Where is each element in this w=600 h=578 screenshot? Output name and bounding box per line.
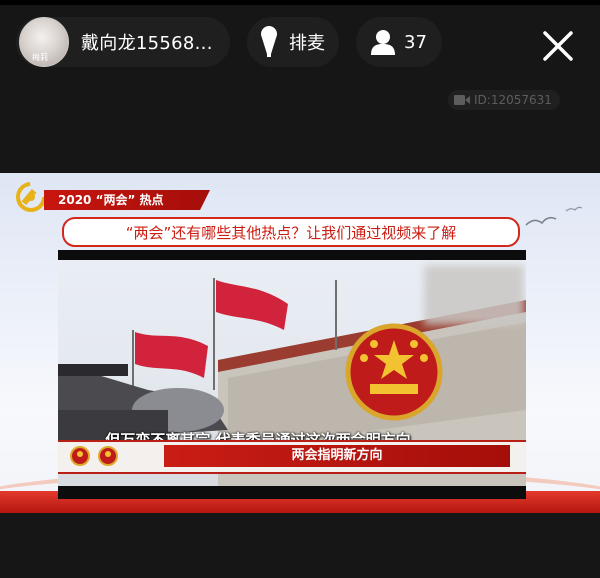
video-camera-icon [454, 95, 470, 105]
microphone-icon [261, 26, 277, 57]
avatar[interactable]: 梅莉 [19, 17, 69, 67]
room-id-text: ID:12057631 [474, 93, 552, 107]
birds-decoration [525, 206, 583, 226]
host-name: 戴向龙15568... [81, 33, 213, 54]
viewer-count: 37 [404, 31, 427, 53]
video-frame: 但万变不离其宗 代表委员通过这次两会明方向 两会指明新方向 [58, 250, 526, 499]
lower-third-bar: 两会指明新方向 [58, 440, 526, 474]
room-id-badge: ID:12057631 [448, 90, 560, 110]
avatar-label: 梅莉 [32, 53, 48, 62]
status-strip [0, 0, 600, 5]
viewer-count-button[interactable]: 37 [356, 17, 442, 67]
mic-queue-label: 排麦 [289, 33, 325, 54]
mic-queue-button[interactable]: 排麦 [247, 17, 339, 67]
user-icon [371, 30, 395, 55]
emblem-logos [70, 446, 118, 466]
video-player[interactable]: 2020 “两会” 热点 “两会”还有哪些其他热点？让我们通过视频来了解 两会指… [0, 173, 600, 513]
video-headline: “两会”还有哪些其他热点？让我们通过视频来了解 [62, 217, 520, 247]
blurred-region [424, 265, 524, 325]
host-info[interactable]: 梅莉 戴向龙15568... [16, 17, 230, 67]
lower-third-title: 两会指明新方向 [164, 445, 510, 467]
close-icon[interactable] [540, 28, 576, 64]
topic-tag: 2020 “两会” 热点 [44, 190, 210, 210]
